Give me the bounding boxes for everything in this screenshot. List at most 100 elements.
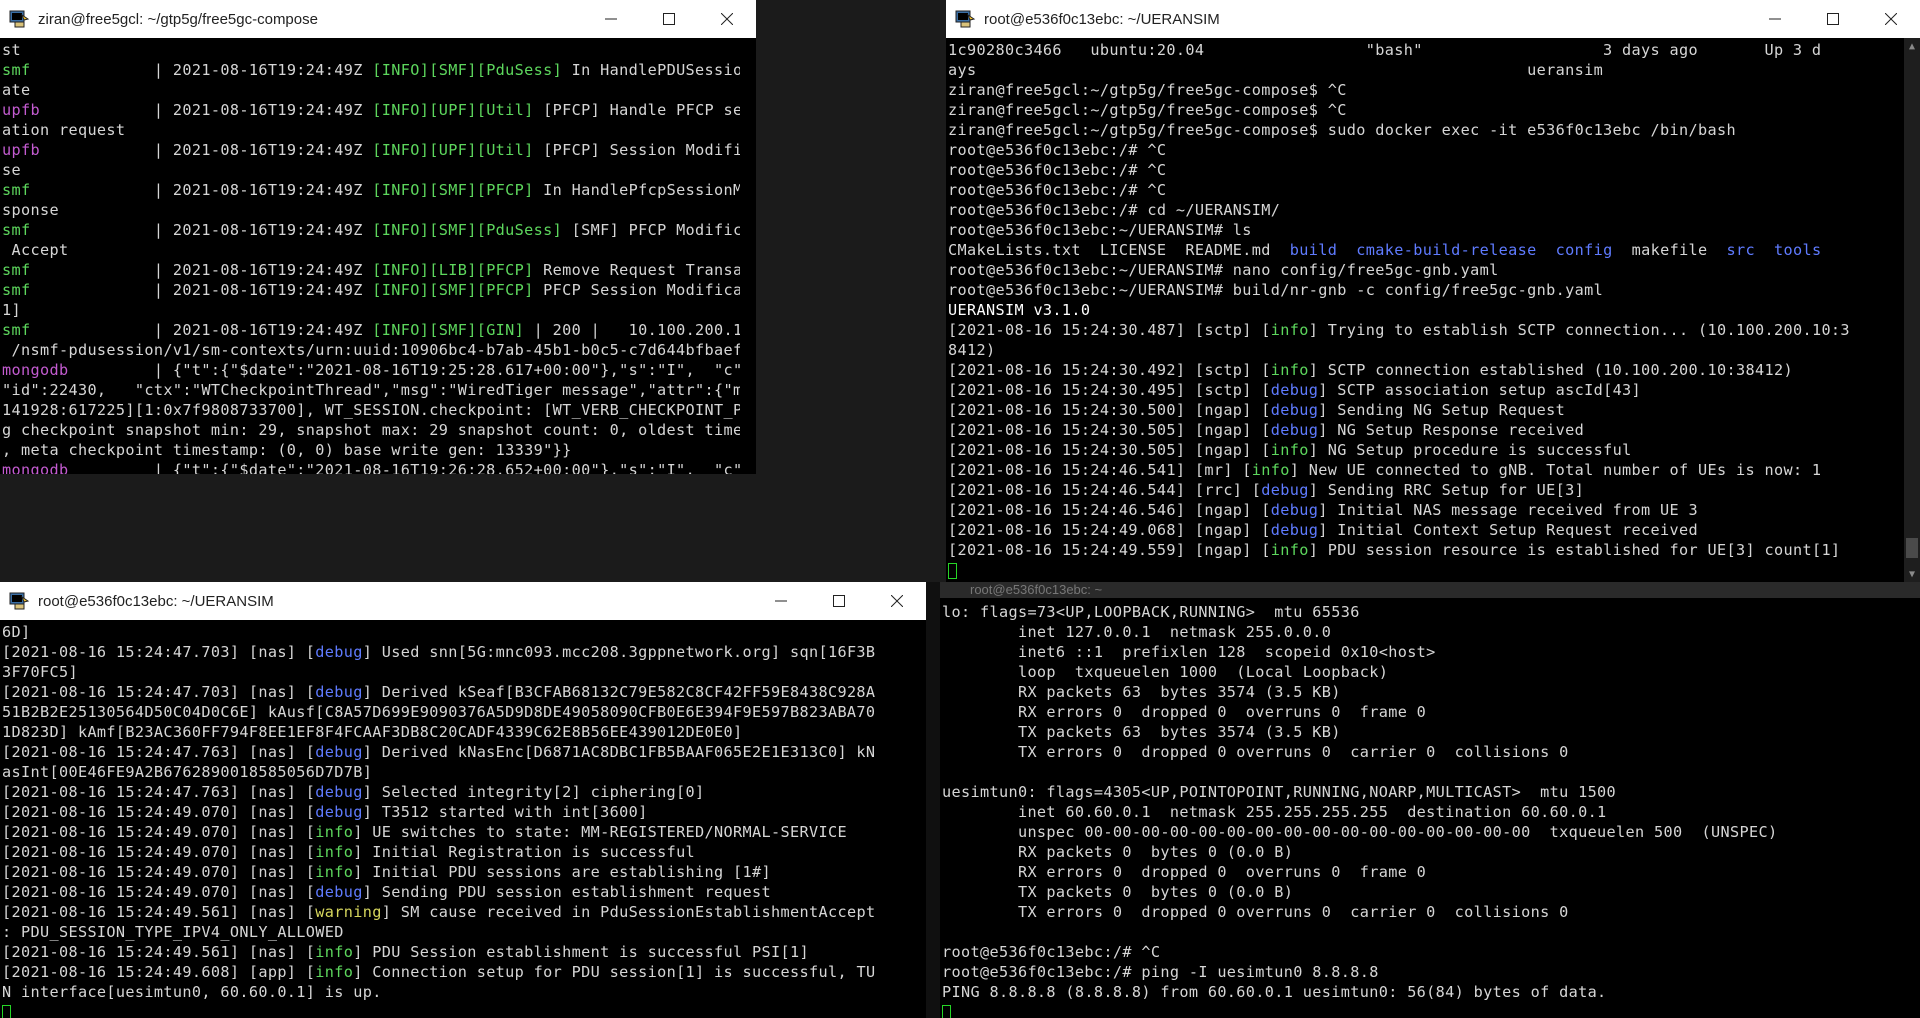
terminal-line: mongodb | {"t":{"$date":"2021-08-16T19:2…: [2, 360, 740, 380]
terminal-text: ] New UE connected to gNB. Total number …: [1289, 461, 1822, 479]
terminal-text: | 2021-08-16T19:24:49Z: [153, 281, 373, 299]
window-title: ziran@free5gcl: ~/gtp5g/free5gc-compose: [38, 10, 318, 28]
terminal-line: root@e536f0c13ebc:~/UERANSIM# ls: [948, 220, 1904, 240]
terminal-text: cmake-build-release: [1356, 241, 1537, 259]
scroll-up-icon[interactable]: ▲: [1904, 38, 1920, 54]
terminal-line: TX errors 0 dropped 0 overruns 0 carrier…: [942, 742, 1904, 762]
terminal-text: smf: [2, 181, 154, 199]
terminal-text: info: [315, 823, 354, 841]
terminal-line: [2021-08-16 15:24:46.544] [rrc] [debug] …: [948, 480, 1904, 500]
terminal-text: | 2021-08-16T19:24:49Z: [153, 61, 373, 79]
terminal-text: warning: [315, 903, 382, 921]
title-bar[interactable]: root@e536f0c13ebc: ~: [940, 582, 1920, 598]
scroll-thumb[interactable]: [1906, 538, 1918, 558]
terminal-text: Accept: [2, 241, 69, 259]
terminal-line: 6D]: [2, 622, 910, 642]
maximize-icon[interactable]: [1804, 0, 1862, 38]
putty-terminal-icon[interactable]: [8, 590, 30, 612]
terminal-text: [2021-08-16 15:24:47.763] [nas] [: [2, 743, 316, 761]
terminal-line: unspec 00-00-00-00-00-00-00-00-00-00-00-…: [942, 822, 1904, 842]
window-divider: [926, 582, 940, 1018]
terminal-text: info: [315, 843, 354, 861]
terminal-text: | 2021-08-16T19:24:49Z: [153, 101, 373, 119]
title-bar[interactable]: ziran@free5gcl: ~/gtp5g/free5gc-compose: [0, 0, 756, 38]
terminal-text: [PFCP] Handle PFCP session modific: [543, 101, 740, 119]
terminal-text: asInt[00E46FE9A2B6762890018585056D7D7B]: [2, 763, 373, 781]
vertical-scrollbar[interactable]: ▲ ▼: [1904, 38, 1920, 582]
minimize-icon[interactable]: [752, 582, 810, 620]
terminal-output[interactable]: lo: flags=73<UP,LOOPBACK,RUNNING> mtu 65…: [940, 600, 1904, 1018]
terminal-window-free5gc-compose[interactable]: ziran@free5gcl: ~/gtp5g/free5gc-compose …: [0, 0, 756, 474]
terminal-line: ays ueransim: [948, 60, 1904, 80]
terminal-text: [2021-08-16 15:24:49.559] [ngap] [: [948, 541, 1271, 559]
putty-terminal-icon[interactable]: [948, 582, 962, 596]
terminal-output[interactable]: st smf | 2021-08-16T19:24:49Z [INFO][SMF]…: [0, 38, 740, 474]
terminal-prompt-line[interactable]: [2, 1002, 910, 1018]
terminal-line: 8412): [948, 340, 1904, 360]
terminal-text: build: [1289, 241, 1338, 259]
terminal-line: mongodb | {"t":{"$date":"2021-08-16T19:2…: [2, 460, 740, 474]
terminal-line: Accept: [2, 240, 740, 260]
terminal-text: debug: [1270, 401, 1319, 419]
close-icon[interactable]: [1862, 0, 1920, 38]
terminal-line: smf | 2021-08-16T19:24:49Z [INFO][SMF][P…: [2, 280, 740, 300]
terminal-text: [INFO][LIB][PFCP]: [372, 261, 534, 279]
window-title: root@e536f0c13ebc: ~/UERANSIM: [984, 10, 1220, 28]
scroll-down-icon[interactable]: ▼: [1904, 566, 1920, 582]
terminal-text: debug: [1261, 481, 1309, 499]
terminal-prompt-line[interactable]: [942, 1002, 1904, 1018]
terminal-window-ueransim-ue[interactable]: root@e536f0c13ebc: ~/UERANSIM 6D] [2021-0…: [0, 582, 926, 1018]
terminal-output[interactable]: 6D] [2021-08-16 15:24:47.703] [nas] [debu…: [0, 620, 910, 1018]
terminal-text: In HandlePDUSessionSMContextUpd: [571, 61, 740, 79]
terminal-text: info: [1270, 321, 1309, 339]
terminal-line: UERANSIM v3.1.0: [948, 300, 1904, 320]
putty-terminal-icon[interactable]: [8, 8, 30, 30]
terminal-line: upfb | 2021-08-16T19:24:49Z [INFO][UPF][…: [2, 100, 740, 120]
terminal-line: ate: [2, 80, 740, 100]
terminal-line: lo: flags=73<UP,LOOPBACK,RUNNING> mtu 65…: [942, 602, 1904, 622]
terminal-text: [INFO][SMF][PduSess]: [372, 61, 563, 79]
terminal-line: 1c90280c3466 ubuntu:20.04 "bash" 3 days …: [948, 40, 1904, 60]
terminal-text: 1]: [2, 301, 21, 319]
terminal-line: [2021-08-16 15:24:30.505] [ngap] [info] …: [948, 440, 1904, 460]
title-bar[interactable]: root@e536f0c13ebc: ~/UERANSIM: [0, 582, 926, 620]
terminal-text: root@e536f0c13ebc:/# cd ~/UERANSIM/: [948, 201, 1281, 219]
terminal-line: root@e536f0c13ebc:/# ^C: [942, 942, 1904, 962]
terminal-output[interactable]: 1c90280c3466 ubuntu:20.04 "bash" 3 days …: [946, 38, 1904, 582]
terminal-window-ping[interactable]: root@e536f0c13ebc: ~ lo: flags=73<UP,LOO…: [940, 582, 1920, 1018]
terminal-text: TX errors 0 dropped 0 overruns 0 carrier…: [942, 903, 1569, 921]
terminal-line: uesimtun0: flags=4305<UP,POINTOPOINT,RUN…: [942, 782, 1904, 802]
terminal-text: [2021-08-16 15:24:46.544] [rrc] [: [948, 481, 1262, 499]
terminal-window-ueransim-gnb[interactable]: root@e536f0c13ebc: ~/UERANSIM 1c90280c34…: [946, 0, 1920, 582]
terminal-line: [2021-08-16 15:24:49.608] [app] [info] C…: [2, 962, 910, 982]
close-icon[interactable]: [868, 582, 926, 620]
close-icon[interactable]: [698, 0, 756, 38]
maximize-icon[interactable]: [810, 582, 868, 620]
terminal-text: ] PDU Session establishment is successfu…: [353, 943, 809, 961]
terminal-text: ] Initial Context Setup Request received: [1318, 521, 1699, 539]
putty-terminal-icon[interactable]: [954, 8, 976, 30]
terminal-line: 1]: [2, 300, 740, 320]
cursor-icon: [2, 1004, 11, 1018]
minimize-icon[interactable]: [582, 0, 640, 38]
maximize-icon[interactable]: [640, 0, 698, 38]
cursor-icon: [948, 562, 957, 579]
minimize-icon[interactable]: [1746, 0, 1804, 38]
terminal-text: debug: [1270, 381, 1319, 399]
terminal-text: ziran@free5gcl:~/gtp5g/free5gc-compose$ …: [948, 81, 1347, 99]
terminal-text: sponse: [2, 201, 59, 219]
terminal-line: ziran@free5gcl:~/gtp5g/free5gc-compose$ …: [948, 80, 1904, 100]
terminal-text: info: [1270, 541, 1309, 559]
terminal-text: loop txqueuelen 1000 (Local Loopback): [942, 663, 1389, 681]
terminal-line: inet 60.60.0.1 netmask 255.255.255.255 d…: [942, 802, 1904, 822]
terminal-text: ] SM cause received in PduSessionEstabli…: [381, 903, 876, 921]
terminal-text: debug: [315, 803, 363, 821]
terminal-text: ] Selected integrity[2] ciphering[0]: [362, 783, 705, 801]
terminal-prompt-line[interactable]: [948, 560, 1904, 580]
terminal-text: TX packets 0 bytes 0 (0.0 B): [942, 883, 1294, 901]
terminal-line: smf | 2021-08-16T19:24:49Z [INFO][SMF][P…: [2, 180, 740, 200]
title-bar[interactable]: root@e536f0c13ebc: ~/UERANSIM: [946, 0, 1920, 38]
terminal-text: makefile: [1612, 241, 1727, 259]
terminal-text: [2021-08-16 15:24:30.500] [ngap] [: [948, 401, 1271, 419]
